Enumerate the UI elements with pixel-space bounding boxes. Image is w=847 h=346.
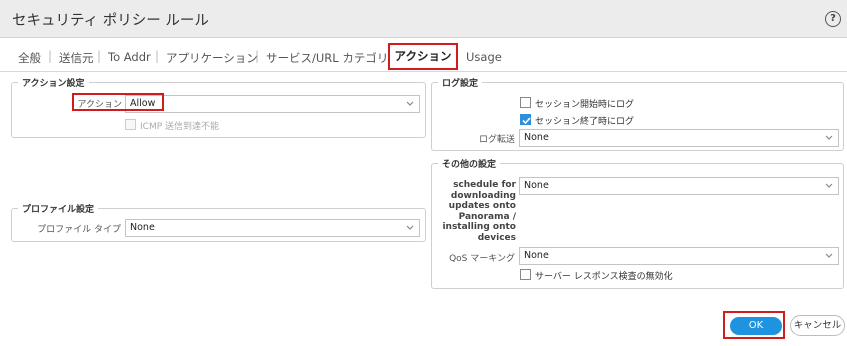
schedule-select[interactable]: None [519,177,839,195]
help-icon[interactable]: ? [825,11,841,27]
chevron-down-icon [404,97,416,111]
tab-source[interactable]: 送信元 [59,50,94,66]
icmp-unreachable-checkbox[interactable] [125,119,136,130]
action-settings-legend: アクション設定 [18,76,89,89]
action-highlight-box [72,93,164,111]
profile-settings-legend: プロファイル設定 [18,202,99,215]
tab-general[interactable]: 全般 [18,50,41,66]
schedule-label-line: Panorama / [458,211,516,222]
log-session-start-checkbox[interactable] [520,97,531,108]
log-session-end-checkbox[interactable] [520,114,531,125]
tab-to-addr[interactable]: To Addr [108,50,151,64]
chevron-down-icon [823,131,835,145]
cancel-button[interactable]: キャンセル [790,315,845,336]
qos-marking-value: None [524,250,549,261]
chevron-down-icon [823,179,835,193]
schedule-label-line: schedule for [453,180,516,190]
qos-marking-label: QoS マーキング [449,254,515,264]
tab-application[interactable]: アプリケーション [166,50,258,66]
dialog-titlebar: セキュリティ ポリシー ルール ? [0,0,847,38]
log-forwarding-value: None [524,132,549,143]
dialog-title: セキュリティ ポリシー ルール [12,13,209,29]
tab-separator: | [255,49,260,63]
log-forwarding-select[interactable]: None [519,129,839,147]
tab-usage[interactable]: Usage [466,50,502,64]
other-settings-legend: その他の設定 [438,157,501,170]
icmp-unreachable-label: ICMP 送信到達不能 [140,122,219,132]
tab-separator: | [97,49,102,63]
log-settings-legend: ログ設定 [438,76,483,89]
schedule-label-line: updates onto [448,201,516,211]
profile-type-value: None [130,222,155,233]
chevron-down-icon [823,249,835,263]
qos-marking-select[interactable]: None [519,247,839,265]
schedule-value: None [524,180,549,191]
disable-server-response-label: サーバー レスポンス検査の無効化 [535,272,673,282]
tab-action[interactable]: アクション [388,43,458,70]
tab-service-url-category[interactable]: サービス/URL カテゴリ [266,50,388,66]
tab-divider [0,71,847,72]
schedule-label-line: downloading [450,190,516,201]
action-select[interactable]: Allow [125,95,420,113]
profile-type-label: プロファイル タイプ [37,225,121,235]
schedule-label-line: installing onto [442,222,516,232]
disable-server-response-checkbox[interactable] [520,269,531,280]
log-forwarding-label: ログ転送 [478,135,515,145]
schedule-label: schedule for downloading updates onto Pa… [440,180,516,243]
security-policy-rule-dialog: セキュリティ ポリシー ルール ? 全般 | 送信元 | To Addr | ア… [0,0,847,346]
check-icon [522,117,531,125]
tab-separator: | [155,49,160,63]
chevron-down-icon [404,221,416,235]
log-session-start-label: セッション開始時にログ [535,100,635,110]
tab-separator: | [48,49,53,63]
schedule-label-line: devices [477,232,516,243]
profile-type-select[interactable]: None [125,219,420,237]
ok-button[interactable]: OK [730,317,782,335]
log-session-end-label: セッション終了時にログ [535,117,635,127]
